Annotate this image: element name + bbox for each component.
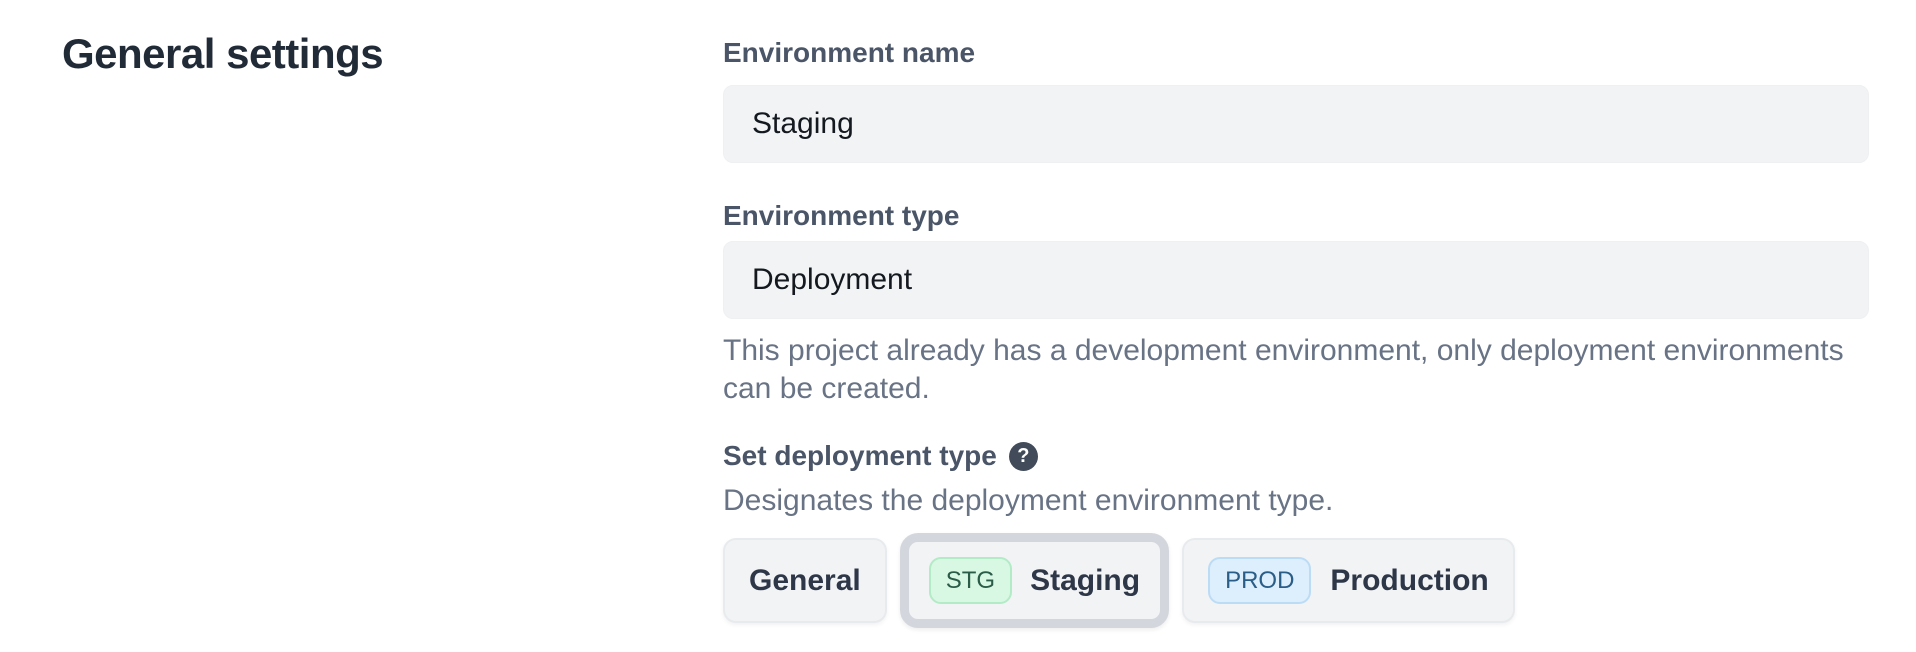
environment-type-label: Environment type bbox=[723, 199, 1869, 233]
deployment-type-options: General STG Staging PROD Production bbox=[723, 533, 1869, 628]
page-title: General settings bbox=[62, 30, 723, 78]
deployment-type-label-row: Set deployment type ? bbox=[723, 439, 1869, 473]
environment-type-input[interactable] bbox=[723, 241, 1869, 319]
environment-type-field: Environment type This project already ha… bbox=[723, 199, 1869, 408]
deployment-type-general-button[interactable]: General bbox=[723, 538, 887, 623]
deployment-type-description: Designates the deployment environment ty… bbox=[723, 482, 1869, 520]
staging-badge: STG bbox=[929, 557, 1012, 604]
general-button-label: General bbox=[749, 564, 861, 598]
environment-name-label: Environment name bbox=[723, 36, 1869, 70]
settings-form: Environment name Environment type This p… bbox=[723, 30, 1869, 628]
deployment-type-production-button[interactable]: PROD Production bbox=[1182, 538, 1515, 623]
settings-heading-column: General settings bbox=[62, 30, 723, 628]
production-badge: PROD bbox=[1208, 557, 1311, 604]
deployment-type-label: Set deployment type bbox=[723, 439, 997, 473]
deployment-type-staging-button[interactable]: STG Staging bbox=[900, 533, 1169, 628]
staging-button-label: Staging bbox=[1030, 564, 1140, 598]
environment-name-input[interactable] bbox=[723, 85, 1869, 163]
deployment-type-field: Set deployment type ? Designates the dep… bbox=[723, 439, 1869, 628]
production-button-label: Production bbox=[1330, 564, 1488, 598]
environment-type-helper-text: This project already has a development e… bbox=[723, 332, 1869, 408]
environment-settings-page: General settings Environment name Enviro… bbox=[0, 0, 1916, 628]
question-mark-icon[interactable]: ? bbox=[1009, 442, 1038, 471]
environment-name-field: Environment name bbox=[723, 36, 1869, 163]
